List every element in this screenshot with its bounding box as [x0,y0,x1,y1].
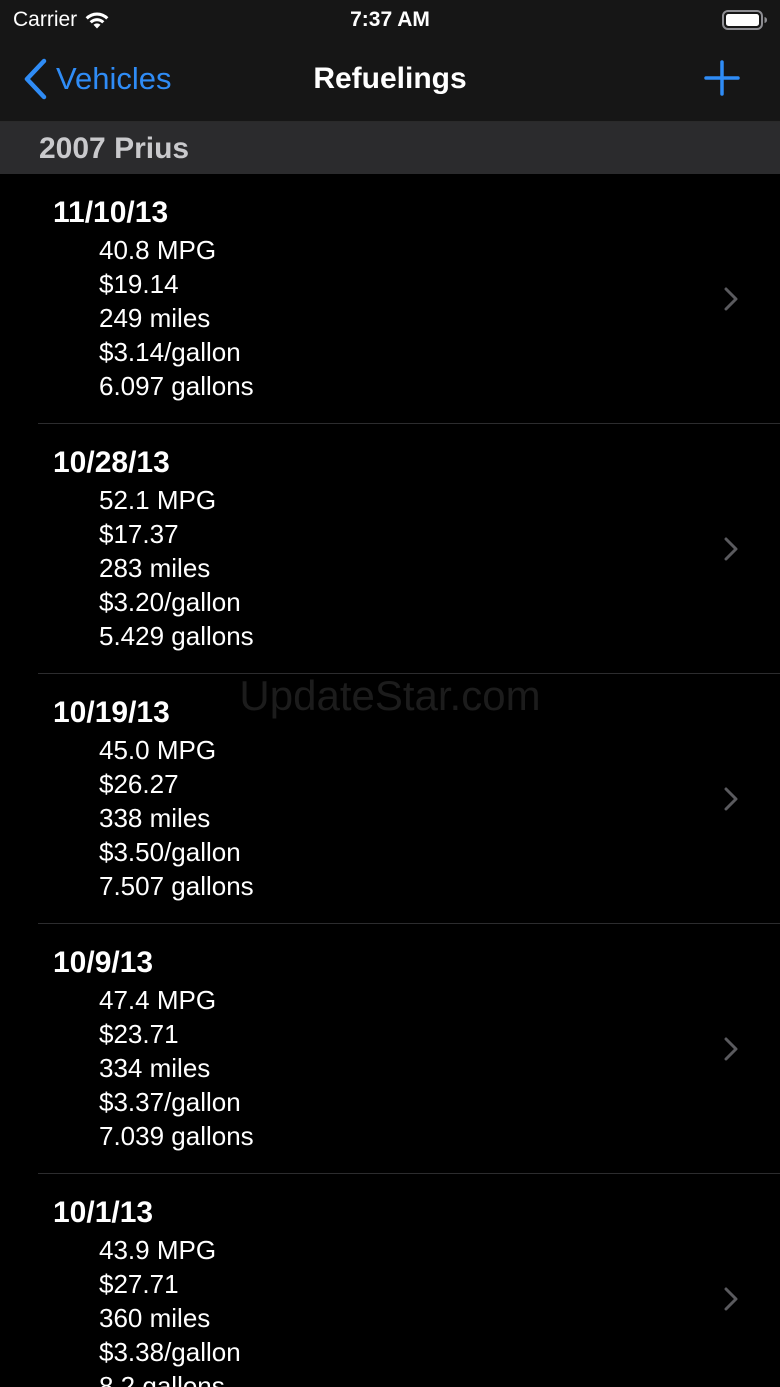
price-per-gallon-value: $3.20/gallon [99,587,241,617]
price-per-gallon-value: $3.37/gallon [99,1087,241,1117]
battery-icon [722,10,767,30]
top-bar: Carrier 7:37 AM Vehicles Refuelings [0,0,780,122]
chevron-right-icon [724,287,738,311]
list-item[interactable]: 10/1/13 43.9 MPG $27.71 360 miles $3.38/… [0,1174,780,1387]
refueling-date: 10/9/13 [53,946,154,979]
mpg-value: 45.0 MPG [99,735,217,765]
plus-icon[interactable] [704,60,740,96]
price-per-gallon-value: $3.38/gallon [99,1337,241,1367]
cost-value: $26.27 [99,769,179,799]
chevron-right-icon [724,1037,738,1061]
refueling-details: 45.0 MPG $26.27 338 miles $3.50/gallon 7… [99,733,254,903]
gallons-value: 7.039 gallons [99,1121,254,1151]
refueling-details: 52.1 MPG $17.37 283 miles $3.20/gallon 5… [99,483,254,653]
section-header: 2007 Prius [0,122,780,174]
refueling-date: 11/10/13 [53,196,169,229]
list-item[interactable]: 11/10/13 40.8 MPG $19.14 249 miles $3.14… [0,174,780,424]
mpg-value: 52.1 MPG [99,485,217,515]
gallons-value: 6.097 gallons [99,371,254,401]
gallons-value: 5.429 gallons [99,621,254,651]
refueling-details: 43.9 MPG $27.71 360 miles $3.38/gallon 8… [99,1233,241,1387]
mpg-value: 47.4 MPG [99,985,217,1015]
cost-value: $17.37 [99,519,179,549]
mpg-value: 40.8 MPG [99,235,217,265]
list-item[interactable]: 10/9/13 47.4 MPG $23.71 334 miles $3.37/… [0,924,780,1174]
status-time: 7:37 AM [350,8,430,31]
price-per-gallon-value: $3.14/gallon [99,337,241,367]
refueling-date: 10/1/13 [53,1196,154,1229]
page-title: Refuelings [313,62,467,95]
navigation-bar: Vehicles Refuelings [0,40,780,121]
refueling-date: 10/19/13 [53,696,170,729]
miles-value: 283 miles [99,553,211,583]
list-item[interactable]: 10/19/13 45.0 MPG $26.27 338 miles $3.50… [0,674,780,924]
mpg-value: 43.9 MPG [99,1235,217,1265]
refueling-date: 10/28/13 [53,446,170,479]
status-bar: Carrier 7:37 AM [0,0,780,40]
refuelings-screen: Carrier 7:37 AM Vehicles Refuelings 2007… [0,0,780,1387]
miles-value: 249 miles [99,303,211,333]
price-per-gallon-value: $3.50/gallon [99,837,241,867]
cost-value: $27.71 [99,1269,179,1299]
vehicle-name: 2007 Prius [39,132,190,165]
cost-value: $19.14 [99,269,179,299]
miles-value: 334 miles [99,1053,211,1083]
refueling-details: 40.8 MPG $19.14 249 miles $3.14/gallon 6… [99,233,254,403]
refuelings-list: 11/10/13 40.8 MPG $19.14 249 miles $3.14… [0,174,780,1387]
list-item[interactable]: 10/28/13 52.1 MPG $17.37 283 miles $3.20… [0,424,780,674]
refueling-details: 47.4 MPG $23.71 334 miles $3.37/gallon 7… [99,983,254,1153]
chevron-right-icon [724,537,738,561]
cost-value: $23.71 [99,1019,179,1049]
gallons-value: 7.507 gallons [99,871,254,901]
chevron-right-icon [724,787,738,811]
miles-value: 360 miles [99,1303,211,1333]
chevron-right-icon [724,1287,738,1311]
gallons-value: 8.2 gallons [99,1371,225,1387]
miles-value: 338 miles [99,803,211,833]
